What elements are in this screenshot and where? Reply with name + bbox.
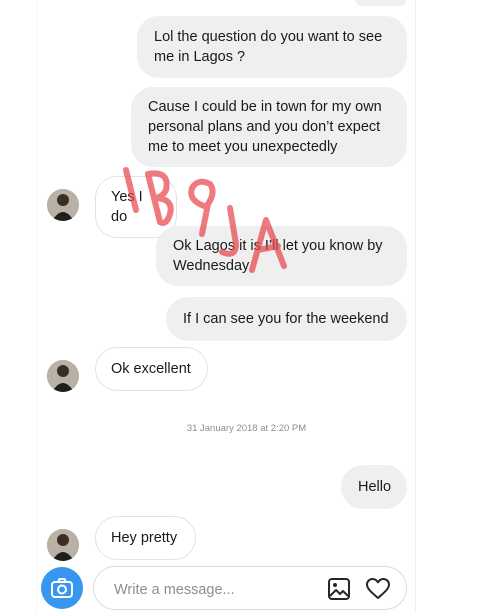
message-text: Hey pretty [111, 530, 178, 546]
previous-message-edge [355, 0, 407, 6]
message-bubble-incoming[interactable]: Ok excellent [95, 347, 208, 391]
message-bubble-outgoing[interactable]: Ok Lagos it is I’ll let you know by Wedn… [156, 226, 407, 286]
message-text: Lol the question do you want to see me i… [154, 29, 383, 65]
message-bubble-outgoing[interactable]: Hello [341, 465, 407, 509]
message-input[interactable] [112, 578, 316, 602]
message-composer [93, 566, 407, 610]
avatar[interactable] [47, 189, 79, 221]
heart-icon [366, 578, 390, 599]
message-bubble-outgoing[interactable]: Cause I could be in town for my own pers… [131, 87, 407, 167]
gallery-button[interactable] [326, 576, 352, 602]
message-bubble-outgoing[interactable]: If I can see you for the weekend [166, 297, 407, 341]
avatar[interactable] [47, 529, 79, 561]
timestamp: 31 January 2018 at 2:20 PM [186, 423, 307, 434]
camera-button[interactable] [41, 567, 83, 609]
message-text: Yes I do [111, 189, 143, 225]
message-text: If I can see you for the weekend [183, 311, 389, 327]
image-icon [328, 578, 350, 600]
like-button[interactable] [365, 576, 391, 602]
message-text: Hello [358, 479, 392, 495]
message-text: Ok Lagos it is I’ll let you know by Wedn… [173, 238, 383, 274]
camera-icon [51, 578, 73, 598]
message-bubble-incoming[interactable]: Hey pretty [95, 516, 196, 560]
message-text: Cause I could be in town for my own pers… [148, 99, 382, 155]
avatar[interactable] [47, 360, 79, 392]
message-bubble-outgoing[interactable]: Lol the question do you want to see me i… [137, 16, 407, 78]
message-bubble-incoming[interactable]: Yes I do [95, 176, 177, 238]
message-text: Ok excellent [111, 361, 191, 377]
